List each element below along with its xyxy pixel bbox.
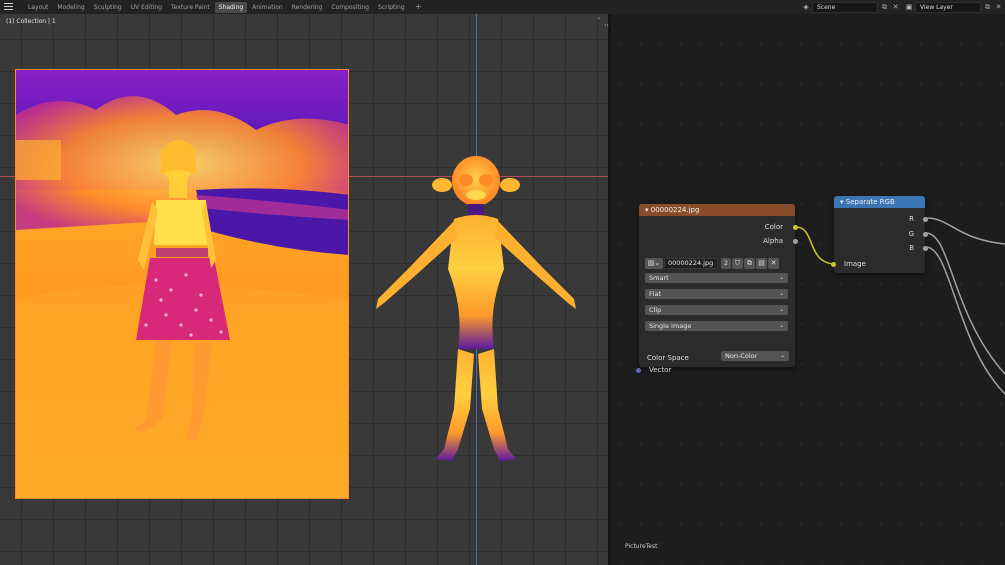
chevron-down-icon: ⌄ [779,352,785,359]
image-plane[interactable] [15,69,349,499]
chevron-down-icon: ⌄ [778,322,784,329]
shader-node-editor[interactable]: ▾ 00000224.jpg Color Alpha ▨⌄ 00000224.j… [611,14,1005,565]
unlink-image-icon[interactable]: ✕ [768,258,779,269]
new-image-icon[interactable]: ⧉ [744,258,755,269]
output-r-socket[interactable] [923,217,928,222]
image-texture-node-header[interactable]: ▾ 00000224.jpg [639,204,795,216]
tab-rendering[interactable]: Rendering [288,2,327,13]
expand-arrows-icon[interactable]: ‹› [604,22,609,29]
chevron-down-icon: ⌄ [778,290,784,297]
output-b-socket[interactable] [923,246,928,251]
3d-viewport[interactable]: (1) Collection | 1 ⌄ [0,14,608,565]
collapse-arrow-icon[interactable]: ▾ [840,198,844,206]
output-color-label: Color [764,223,783,231]
add-workspace-button[interactable]: + [410,2,427,13]
view-layer-name-field[interactable]: View Layer [915,1,981,13]
scene-selector: ◈ Scene ⧉ ✕ [800,1,900,13]
collapse-arrow-icon[interactable]: ▾ [645,206,649,214]
image-selector: ▨⌄ 00000224.jpg 2 ⛉ ⧉ ▤ ✕ [645,258,779,269]
tab-sculpting[interactable]: Sculpting [90,2,126,13]
color-space-dropdown[interactable]: Non-Color ⌄ [721,351,789,361]
source-value: Single Image [649,322,692,330]
extension-value: Clip [649,306,662,314]
image-texture-node[interactable]: ▾ 00000224.jpg Color Alpha ▨⌄ 00000224.j… [636,204,798,374]
input-image-label: Image [844,260,866,268]
input-vector-label: Vector [649,366,672,374]
output-g-socket[interactable] [923,232,928,237]
tab-modeling[interactable]: Modeling [53,2,88,13]
character-model[interactable] [370,149,582,476]
delete-view-layer-icon[interactable]: ✕ [994,3,1003,12]
projection-value: Flat [649,290,662,298]
fake-user-shield-icon[interactable]: ⛉ [732,258,743,269]
color-space-label: Color Space [647,354,689,362]
image-users-count[interactable]: 2 [721,258,731,269]
new-scene-icon[interactable]: ⧉ [880,3,889,12]
image-plane-texture [16,70,348,498]
tab-compositing[interactable]: Compositing [327,2,373,13]
projection-dropdown[interactable]: Flat ⌄ [645,289,788,299]
extension-dropdown[interactable]: Clip ⌄ [645,305,788,315]
output-alpha-label: Alpha [763,237,783,245]
new-view-layer-icon[interactable]: ⧉ [983,3,992,12]
browse-image-icon[interactable]: ▨⌄ [645,258,663,269]
color-space-value: Non-Color [725,352,758,360]
tab-shading[interactable]: Shading [214,2,248,13]
tab-texture-paint[interactable]: Texture Paint [167,2,214,13]
separate-rgb-node-header[interactable]: ▾ Separate RGB [834,196,925,208]
interpolation-dropdown[interactable]: Smart ⌄ [645,273,788,283]
header-collapse-icon[interactable]: ⌄ [596,14,601,21]
tab-uv-editing[interactable]: UV Editing [127,2,166,13]
source-dropdown[interactable]: Single Image ⌄ [645,321,788,331]
view-layer-selector: ▣ View Layer ⧉ ✕ [903,1,1003,13]
image-texture-node-title: 00000224.jpg [650,206,700,214]
delete-scene-icon[interactable]: ✕ [891,3,900,12]
output-b-label: B [909,244,914,252]
output-g-label: G [908,230,914,238]
chevron-down-icon: ⌄ [778,306,784,313]
tab-animation[interactable]: Animation [248,2,287,13]
tab-layout[interactable]: Layout [24,2,52,13]
separate-rgb-node[interactable]: ▾ Separate RGB R G B Image [831,196,928,273]
node-tree-name: PictureTest [625,543,658,550]
chevron-down-icon: ⌄ [778,274,784,281]
tab-scripting[interactable]: Scripting [374,2,409,13]
input-image-socket[interactable] [831,262,836,267]
open-image-folder-icon[interactable]: ▤ [756,258,767,269]
scene-icon[interactable]: ◈ [800,3,812,12]
collection-label: (1) Collection | 1 [6,18,56,25]
top-bar: Layout Modeling Sculpting UV Editing Tex… [0,0,1005,14]
view-layer-icon[interactable]: ▣ [903,3,915,12]
interpolation-value: Smart [649,274,669,282]
image-name-field[interactable]: 00000224.jpg [664,258,718,269]
separate-rgb-node-title: Separate RGB [845,198,895,206]
character-mesh [376,156,576,461]
output-alpha-socket[interactable] [793,239,798,244]
output-r-label: R [909,215,914,223]
output-color-socket[interactable] [793,225,798,230]
scene-name-field[interactable]: Scene [812,1,878,13]
workspace-tabs: Layout Modeling Sculpting UV Editing Tex… [24,2,428,13]
main-menu-icon[interactable] [4,2,13,11]
input-vector-socket[interactable] [636,368,641,373]
